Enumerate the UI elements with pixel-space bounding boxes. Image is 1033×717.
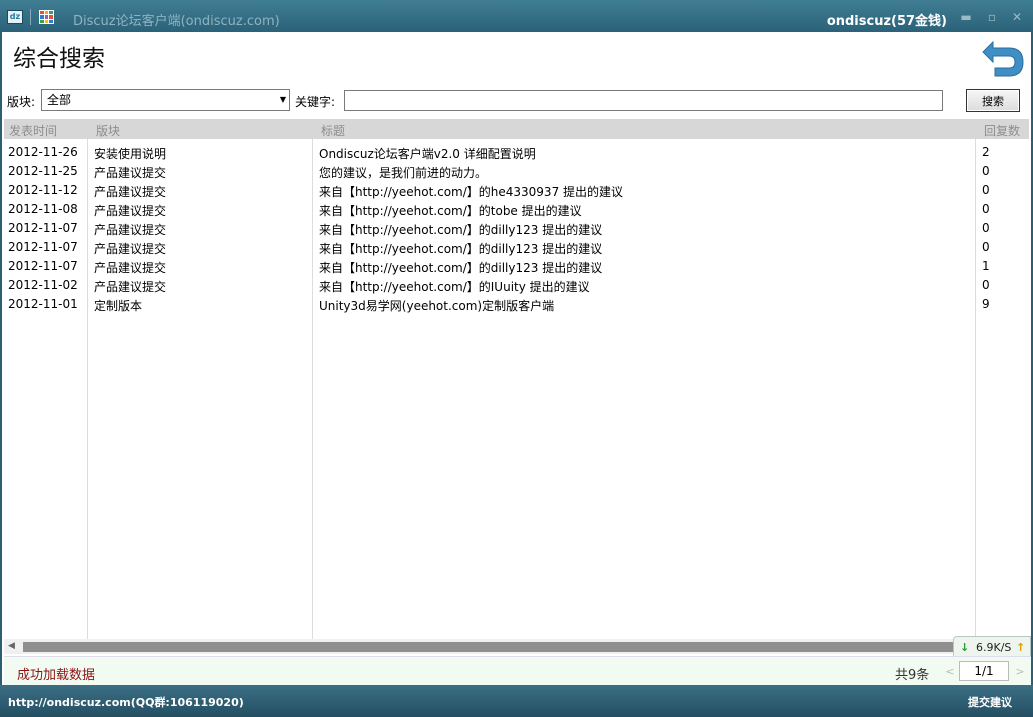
table-row[interactable]: 2012-11-07 产品建议提交 来自【http://yeehot.com/】…	[4, 219, 1029, 238]
cell-replies: 0	[982, 183, 990, 197]
cell-time: 2012-11-07	[8, 240, 78, 254]
search-button[interactable]: 搜索	[966, 89, 1020, 112]
chevron-down-icon: ▼	[279, 95, 286, 104]
page-title: 综合搜索	[13, 46, 105, 72]
cell-replies: 9	[982, 297, 990, 311]
cell-time: 2012-11-07	[8, 221, 78, 235]
keyword-input[interactable]	[344, 90, 943, 111]
user-info[interactable]: ondiscuz(57金钱)	[827, 10, 947, 29]
close-icon[interactable]: ✕	[1010, 10, 1024, 24]
website-link[interactable]: http://ondiscuz.com(QQ群:106119020)	[8, 694, 244, 710]
cell-time: 2012-11-01	[8, 297, 78, 311]
titlebar-separator	[30, 9, 31, 25]
board-label: 版块:	[7, 95, 36, 109]
header-time[interactable]: 发表时间	[9, 122, 57, 139]
cell-board: 产品建议提交	[94, 242, 167, 256]
cell-title[interactable]: 您的建议，是我们前进的动力。	[319, 164, 487, 181]
page-indicator[interactable]: 1/1	[959, 661, 1009, 681]
cell-board: 产品建议提交	[94, 204, 167, 218]
cell-board: 产品建议提交	[94, 261, 167, 275]
table-row[interactable]: 2012-11-07 产品建议提交 来自【http://yeehot.com/】…	[4, 238, 1029, 257]
cell-replies: 0	[982, 164, 990, 178]
cell-title[interactable]: 来自【http://yeehot.com/】的tobe 提出的建议	[319, 202, 582, 219]
prev-page-button[interactable]: <	[941, 662, 959, 682]
status-bar: 成功加载数据 共9条 < 1/1 >	[4, 656, 1031, 685]
header-board[interactable]: 版块	[96, 122, 120, 139]
cell-replies: 0	[982, 278, 990, 292]
cell-title[interactable]: 来自【http://yeehot.com/】的he4330937 提出的建议	[319, 183, 623, 200]
cell-board: 产品建议提交	[94, 280, 167, 294]
window-title: Discuz论坛客户端(ondiscuz.com)	[73, 14, 280, 29]
submit-suggestion-link[interactable]: 提交建议	[968, 694, 1012, 710]
cell-replies: 0	[982, 202, 990, 216]
cell-title[interactable]: 来自【http://yeehot.com/】的IUuity 提出的建议	[319, 278, 590, 295]
cell-time: 2012-11-12	[8, 183, 78, 197]
cell-board: 定制版本	[94, 299, 143, 313]
scroll-left-icon[interactable]: ◀	[8, 639, 15, 654]
horizontal-scrollbar[interactable]: ◀	[4, 639, 954, 654]
next-page-button[interactable]: >	[1012, 662, 1028, 682]
header-title[interactable]: 标题	[321, 122, 345, 139]
apps-grid-icon[interactable]	[39, 10, 54, 24]
cell-replies: 2	[982, 145, 990, 159]
cell-time: 2012-11-26	[8, 145, 78, 159]
cell-title[interactable]: Unity3d易学网(yeehot.com)定制版客户端	[319, 297, 554, 314]
cell-board: 产品建议提交	[94, 166, 167, 180]
maximize-icon[interactable]: ▫	[985, 10, 999, 24]
cell-board: 产品建议提交	[94, 185, 167, 199]
table-row[interactable]: 2012-11-08 产品建议提交 来自【http://yeehot.com/】…	[4, 200, 1029, 219]
main-content: 综合搜索 版块: 全部 ▼ 关键字: 搜索 发表时间 版块 标题 回复数 201…	[2, 32, 1031, 685]
title-bar: dz Discuz论坛客户端(ondiscuz.com) ondiscuz(57…	[0, 0, 1033, 32]
cell-replies: 1	[982, 259, 990, 273]
footer-bar: http://ondiscuz.com(QQ群:106119020) 提交建议	[0, 685, 1033, 717]
table-row[interactable]: 2012-11-25 产品建议提交 您的建议，是我们前进的动力。 0	[4, 162, 1029, 181]
cell-title[interactable]: 来自【http://yeehot.com/】的dilly123 提出的建议	[319, 221, 602, 238]
table-row[interactable]: 2012-11-26 安装使用说明 Ondiscuz论坛客户端v2.0 详细配置…	[4, 143, 1029, 162]
keyword-label: 关键字:	[295, 95, 336, 109]
header-replies[interactable]: 回复数	[984, 122, 1020, 139]
cell-time: 2012-11-25	[8, 164, 78, 178]
cell-title[interactable]: Ondiscuz论坛客户端v2.0 详细配置说明	[319, 145, 536, 162]
cell-title[interactable]: 来自【http://yeehot.com/】的dilly123 提出的建议	[319, 259, 602, 276]
back-arrow-icon[interactable]	[981, 38, 1025, 78]
board-select-value: 全部	[47, 93, 72, 107]
cell-time: 2012-11-07	[8, 259, 78, 273]
status-message: 成功加载数据	[17, 668, 96, 683]
scrollbar-thumb[interactable]	[23, 642, 954, 652]
cell-board: 产品建议提交	[94, 223, 167, 237]
table-row[interactable]: 2012-11-01 定制版本 Unity3d易学网(yeehot.com)定制…	[4, 295, 1029, 314]
table-row[interactable]: 2012-11-12 产品建议提交 来自【http://yeehot.com/】…	[4, 181, 1029, 200]
cell-title[interactable]: 来自【http://yeehot.com/】的dilly123 提出的建议	[319, 240, 602, 257]
cell-board: 安装使用说明	[94, 147, 167, 161]
table-row[interactable]: 2012-11-07 产品建议提交 来自【http://yeehot.com/】…	[4, 257, 1029, 276]
cell-time: 2012-11-08	[8, 202, 78, 216]
total-count: 共9条	[895, 668, 930, 683]
cell-replies: 0	[982, 221, 990, 235]
cell-time: 2012-11-02	[8, 278, 78, 292]
table-row[interactable]: 2012-11-02 产品建议提交 来自【http://yeehot.com/】…	[4, 276, 1029, 295]
cell-replies: 0	[982, 240, 990, 254]
results-table: 发表时间 版块 标题 回复数 2012-11-26 安装使用说明 Ondiscu…	[4, 119, 1029, 654]
app-logo-icon: dz	[7, 10, 23, 24]
minimize-icon[interactable]: ▬	[959, 10, 973, 24]
table-header: 发表时间 版块 标题 回复数	[4, 119, 1029, 139]
board-select[interactable]: 全部 ▼	[41, 89, 290, 111]
